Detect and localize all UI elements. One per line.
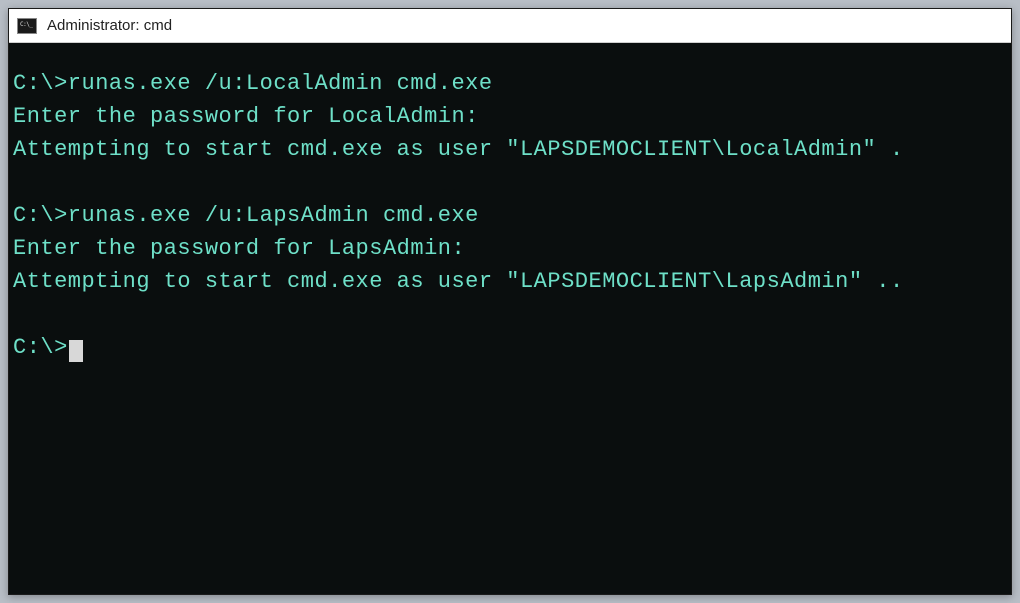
terminal-line: Enter the password for LapsAdmin: [13,232,1007,265]
window-title: Administrator: cmd [47,17,172,34]
cursor [69,340,83,362]
titlebar[interactable]: Administrator: cmd [9,9,1011,43]
blank-line [13,298,1007,331]
cmd-icon [17,18,37,34]
terminal-line: C:\>runas.exe /u:LocalAdmin cmd.exe [13,67,1007,100]
prompt-line: C:\> [13,331,1007,364]
terminal-output[interactable]: C:\>runas.exe /u:LocalAdmin cmd.exe Ente… [9,43,1011,594]
terminal-line: Attempting to start cmd.exe as user "LAP… [13,133,1007,166]
blank-line [13,166,1007,199]
prompt: C:\> [13,331,68,364]
terminal-line: Enter the password for LocalAdmin: [13,100,1007,133]
terminal-line: C:\>runas.exe /u:LapsAdmin cmd.exe [13,199,1007,232]
terminal-line: Attempting to start cmd.exe as user "LAP… [13,265,1007,298]
cmd-window: Administrator: cmd C:\>runas.exe /u:Loca… [8,8,1012,595]
